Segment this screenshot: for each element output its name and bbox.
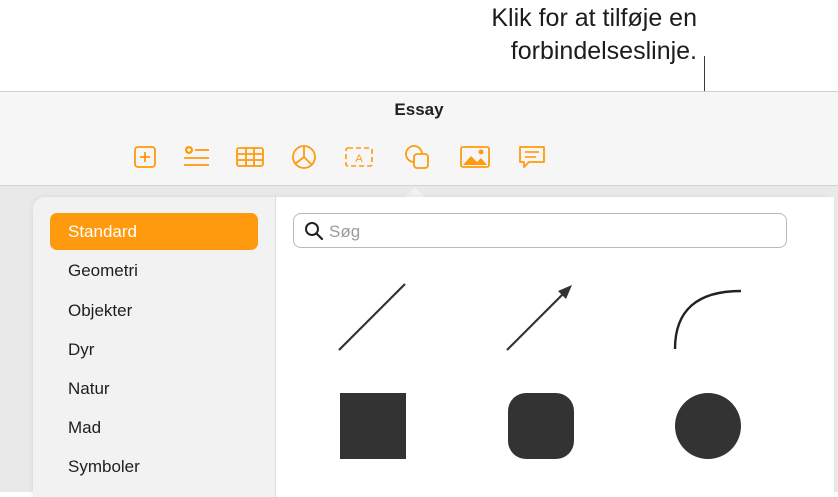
category-standard[interactable]: Standard (50, 213, 258, 250)
comment-icon[interactable] (517, 144, 547, 170)
insert-list-icon[interactable] (181, 144, 211, 170)
category-dyr[interactable]: Dyr (50, 331, 258, 368)
category-geometri[interactable]: Geometri (50, 252, 258, 289)
media-icon[interactable] (460, 144, 490, 170)
shapes-popover: Standard Geometri Objekter Dyr Natur Mad… (33, 197, 834, 497)
add-page-icon[interactable] (130, 144, 160, 170)
category-symboler[interactable]: Symboler (50, 448, 258, 485)
callout-text: Klik for at tilføje en forbindelseslinje… (491, 2, 697, 68)
line-shape[interactable] (336, 281, 408, 353)
search-field[interactable] (293, 213, 787, 248)
chart-icon[interactable] (289, 144, 319, 170)
category-mad[interactable]: Mad (50, 409, 258, 446)
rounded-square-shape[interactable] (508, 393, 574, 459)
window-title: Essay (394, 100, 444, 119)
shapes-content (275, 197, 834, 497)
arrow-line-shape[interactable] (504, 281, 576, 353)
shape-categories: Standard Geometri Objekter Dyr Natur Mad… (33, 197, 275, 497)
svg-text:A: A (355, 153, 363, 165)
category-natur[interactable]: Natur (50, 370, 258, 407)
category-objekter[interactable]: Objekter (50, 292, 258, 329)
circle-shape[interactable] (675, 393, 741, 459)
callout-line-2: forbindelseslinje. (510, 37, 697, 65)
toolbar: Essay A (0, 92, 838, 186)
pages-window: Essay A Standard Geometri Objekter Dyr N… (0, 91, 838, 497)
curved-connection-line-shape[interactable] (671, 281, 743, 353)
text-box-icon[interactable]: A (344, 144, 374, 170)
search-icon (305, 222, 324, 241)
search-input[interactable] (327, 219, 771, 245)
shape-icon[interactable] (402, 144, 432, 170)
callout-line-1: Klik for at tilføje en (491, 4, 697, 32)
square-shape[interactable] (340, 393, 406, 459)
table-icon[interactable] (235, 144, 265, 170)
